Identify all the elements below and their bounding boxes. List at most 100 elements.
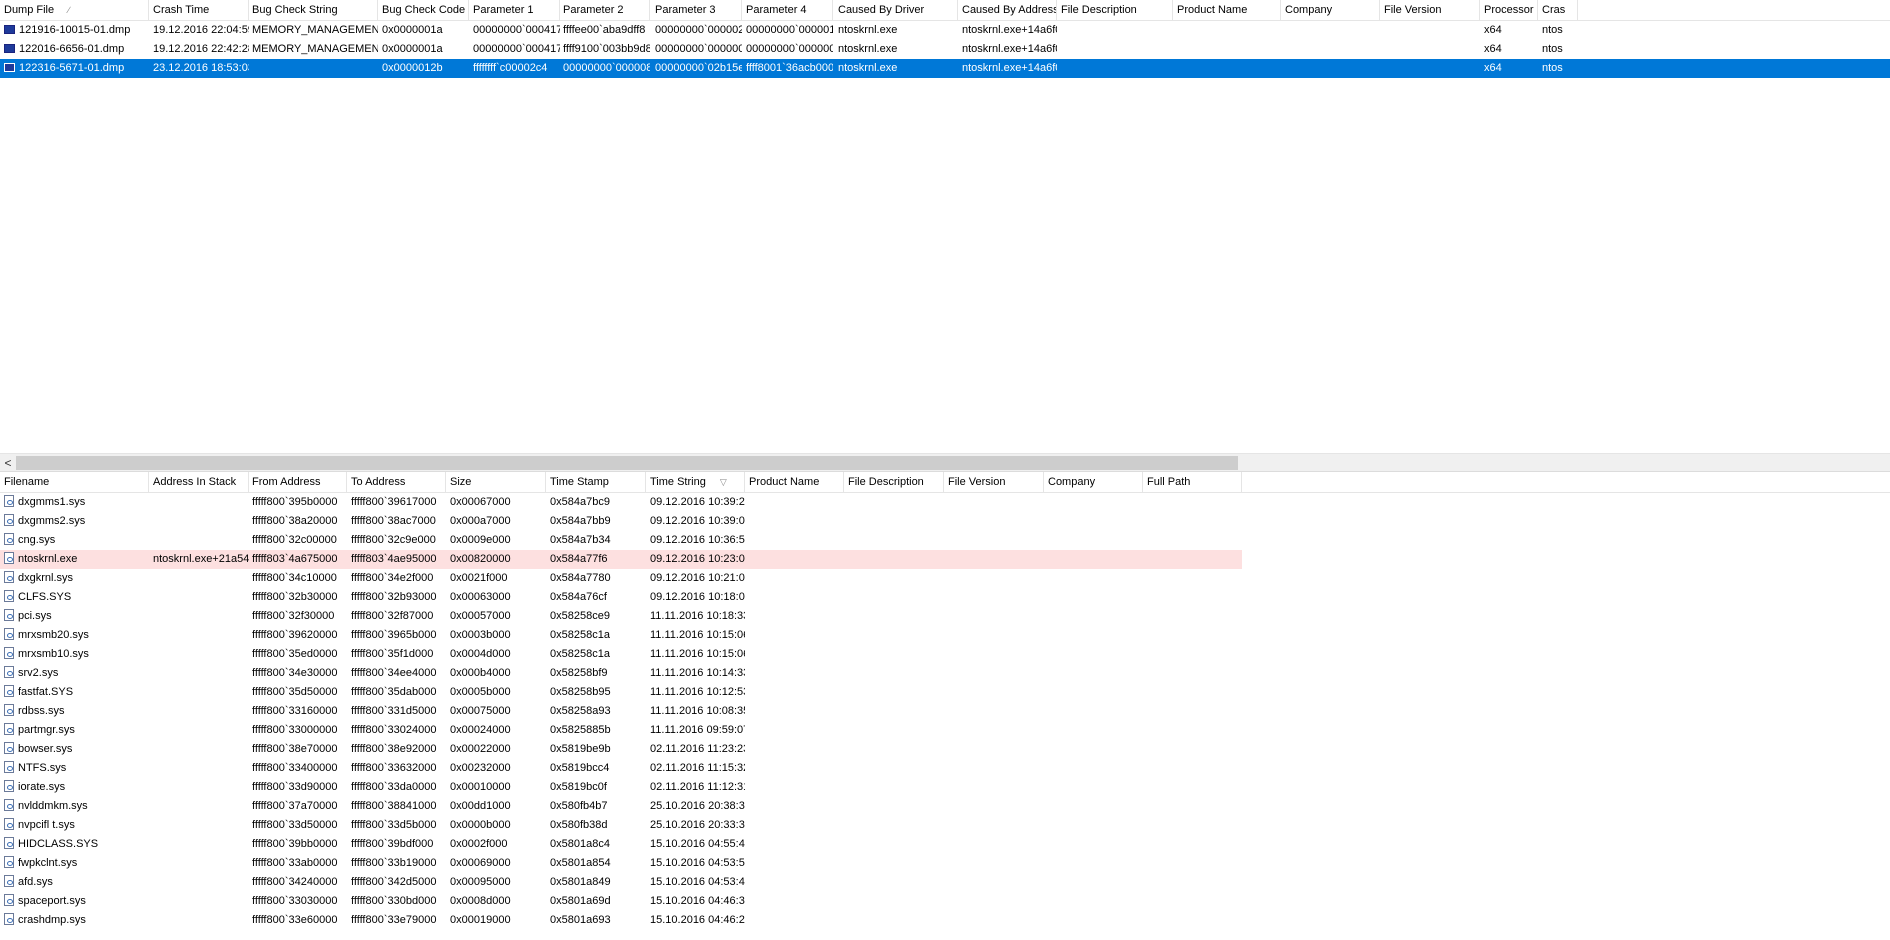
- cell-text: 25.10.2016 20:33:33: [650, 819, 745, 831]
- column-header-product-name[interactable]: Product Name: [745, 472, 844, 492]
- cell-processor: x64: [1480, 59, 1538, 78]
- cell-full-path: [1143, 531, 1242, 550]
- column-header-size[interactable]: Size: [446, 472, 546, 492]
- column-header-cras[interactable]: Cras: [1538, 0, 1578, 20]
- column-header-caused-by-address[interactable]: Caused By Address: [958, 0, 1057, 20]
- scroll-left-arrow-icon[interactable]: <: [2, 455, 14, 471]
- cell-file-version: [944, 759, 1044, 778]
- column-header-product-name[interactable]: Product Name: [1173, 0, 1281, 20]
- column-header-dump-file[interactable]: Dump File ∕: [0, 0, 149, 20]
- horizontal-scrollbar[interactable]: <: [0, 453, 1890, 472]
- column-header-param2[interactable]: Parameter 2: [559, 0, 650, 20]
- cell-file-description: [844, 531, 944, 550]
- column-header-file-description[interactable]: File Description: [844, 472, 944, 492]
- driver-file-icon: [4, 495, 14, 507]
- cell-time-stamp: 0x5801a8c4: [546, 835, 646, 854]
- column-header-label: Parameter 3: [655, 4, 716, 16]
- cell-text: fffff800`32c9e000: [351, 534, 436, 546]
- table-row[interactable]: HIDCLASS.SYS fffff800`39bb0000 fffff800`39…: [0, 835, 1242, 854]
- cell-full-path: [1143, 607, 1242, 626]
- cell-file-version: [944, 550, 1044, 569]
- column-header-crash-time[interactable]: Crash Time: [149, 0, 249, 20]
- table-row[interactable]: pci.sys fffff800`32f30000 fffff800`32f8700…: [0, 607, 1242, 626]
- table-row[interactable]: ntoskrnl.exe ntoskrnl.exe+21a54b fffff803`…: [0, 550, 1242, 569]
- table-row[interactable]: iorate.sys fffff800`33d90000 fffff800`33da…: [0, 778, 1242, 797]
- cell-from-address: fffff800`33ab0000: [248, 854, 347, 873]
- column-header-processor[interactable]: Processor: [1480, 0, 1538, 20]
- table-row[interactable]: cng.sys fffff800`32c00000 fffff800`32c9e00…: [0, 531, 1242, 550]
- cell-from-address: fffff800`34e30000: [248, 664, 347, 683]
- table-row[interactable]: afd.sys fffff800`34240000 fffff800`342d500…: [0, 873, 1242, 892]
- column-header-file-version[interactable]: File Version: [944, 472, 1044, 492]
- table-row[interactable]: dxgmms2.sys fffff800`38a20000 fffff800`38a…: [0, 512, 1242, 531]
- table-row[interactable]: 122016-6656-01.dmp 19.12.2016 22:42:28 MEM…: [0, 40, 1578, 59]
- column-header-filename[interactable]: Filename: [0, 472, 149, 492]
- cell-time-string: 02.11.2016 11:15:32: [646, 759, 745, 778]
- column-header-from-address[interactable]: From Address: [248, 472, 347, 492]
- cell-text: 0x0009e000: [450, 534, 511, 546]
- cell-company: [1044, 816, 1143, 835]
- cell-file-version: [1380, 40, 1480, 59]
- table-row[interactable]: crashdmp.sys fffff800`33e60000 fffff800`33…: [0, 911, 1242, 930]
- column-header-time-stamp[interactable]: Time Stamp: [546, 472, 646, 492]
- cell-filename: HIDCLASS.SYS: [0, 835, 149, 854]
- table-row[interactable]: mrxsmb20.sys fffff800`39620000 fffff800`39…: [0, 626, 1242, 645]
- table-row[interactable]: 122316-5671-01.dmp 23.12.2016 18:53:03 0x0…: [0, 59, 1890, 78]
- column-header-full-path[interactable]: Full Path: [1143, 472, 1242, 492]
- cell-product-name: [745, 759, 844, 778]
- column-header-caused-by-driver[interactable]: Caused By Driver: [834, 0, 958, 20]
- cell-from-address: fffff800`34c10000: [248, 569, 347, 588]
- table-row[interactable]: spaceport.sys fffff800`33030000 fffff800`3…: [0, 892, 1242, 911]
- cell-size: 0x0009e000: [446, 531, 546, 550]
- table-row[interactable]: dxgkrnl.sys fffff800`34c10000 fffff800`34e…: [0, 569, 1242, 588]
- column-header-param1[interactable]: Parameter 1: [469, 0, 560, 20]
- cell-file-description: [844, 759, 944, 778]
- table-row[interactable]: mrxsmb10.sys fffff800`35ed0000 fffff800`35…: [0, 645, 1242, 664]
- table-row[interactable]: fastfat.SYS fffff800`35d50000 fffff800`35d…: [0, 683, 1242, 702]
- column-header-address-in-stack[interactable]: Address In Stack: [149, 472, 249, 492]
- table-row[interactable]: 121916-10015-01.dmp 19.12.2016 22:04:59 ME…: [0, 21, 1578, 40]
- cell-company: [1044, 740, 1143, 759]
- table-row[interactable]: partmgr.sys fffff800`33000000 fffff800`330…: [0, 721, 1242, 740]
- scrollbar-thumb[interactable]: [16, 456, 1238, 470]
- column-header-param3[interactable]: Parameter 3: [651, 0, 742, 20]
- cell-product-name: [1173, 59, 1281, 78]
- table-row[interactable]: CLFS.SYS fffff800`32b30000 fffff800`32b930…: [0, 588, 1242, 607]
- crash-list[interactable]: Dump File ∕ Crash Time Bug Check String Bug …: [0, 0, 1890, 453]
- cell-time-stamp: 0x584a77f6: [546, 550, 646, 569]
- column-header-param4[interactable]: Parameter 4: [742, 0, 833, 20]
- column-header-time-string[interactable]: Time String ▽: [646, 472, 745, 492]
- cell-size: 0x00dd1000: [446, 797, 546, 816]
- table-row[interactable]: nvlddmkm.sys fffff800`37a70000 fffff800`38…: [0, 797, 1242, 816]
- cell-to-address: fffff800`38e92000: [347, 740, 446, 759]
- cell-product-name: [745, 493, 844, 512]
- cell-text: 0x58258c1a: [550, 629, 610, 641]
- table-row[interactable]: dxgmms1.sys fffff800`395b0000 fffff800`396…: [0, 493, 1242, 512]
- table-row[interactable]: srv2.sys fffff800`34e30000 fffff800`34ee40…: [0, 664, 1242, 683]
- column-header-bug-check-code[interactable]: Bug Check Code: [378, 0, 469, 20]
- cell-text: 0x584a76cf: [550, 591, 607, 603]
- cell-size: 0x00075000: [446, 702, 546, 721]
- column-header-to-address[interactable]: To Address: [347, 472, 446, 492]
- cell-text: 121916-10015-01.dmp: [19, 24, 131, 36]
- column-header-company[interactable]: Company: [1281, 0, 1380, 20]
- cell-filename: afd.sys: [0, 873, 149, 892]
- table-row[interactable]: fwpkclnt.sys fffff800`33ab0000 fffff800`33…: [0, 854, 1242, 873]
- cell-param2: 00000000`000008...: [559, 59, 650, 78]
- column-header-bug-check-string[interactable]: Bug Check String: [248, 0, 378, 20]
- table-row[interactable]: bowser.sys fffff800`38e70000 fffff800`38e9…: [0, 740, 1242, 759]
- cell-text: fffff800`35d50000: [252, 686, 338, 698]
- column-header-file-description[interactable]: File Description: [1057, 0, 1173, 20]
- column-header-file-version[interactable]: File Version: [1380, 0, 1480, 20]
- table-row[interactable]: nvpcifl t.sys fffff800`33d50000 fffff800`3…: [0, 816, 1242, 835]
- table-row[interactable]: NTFS.sys fffff800`33400000 fffff800`336320…: [0, 759, 1242, 778]
- cell-text: fastfat.SYS: [18, 686, 74, 698]
- cell-text: 00000000`000417...: [473, 24, 560, 36]
- table-row[interactable]: rdbss.sys fffff800`33160000 fffff800`331d5…: [0, 702, 1242, 721]
- cell-address-in-stack: [149, 607, 249, 626]
- driver-list[interactable]: Filename Address In Stack From Address To A…: [0, 472, 1890, 940]
- cell-address-in-stack: [149, 854, 249, 873]
- column-header-company[interactable]: Company: [1044, 472, 1143, 492]
- cell-product-name: [745, 683, 844, 702]
- cell-file-version: [944, 854, 1044, 873]
